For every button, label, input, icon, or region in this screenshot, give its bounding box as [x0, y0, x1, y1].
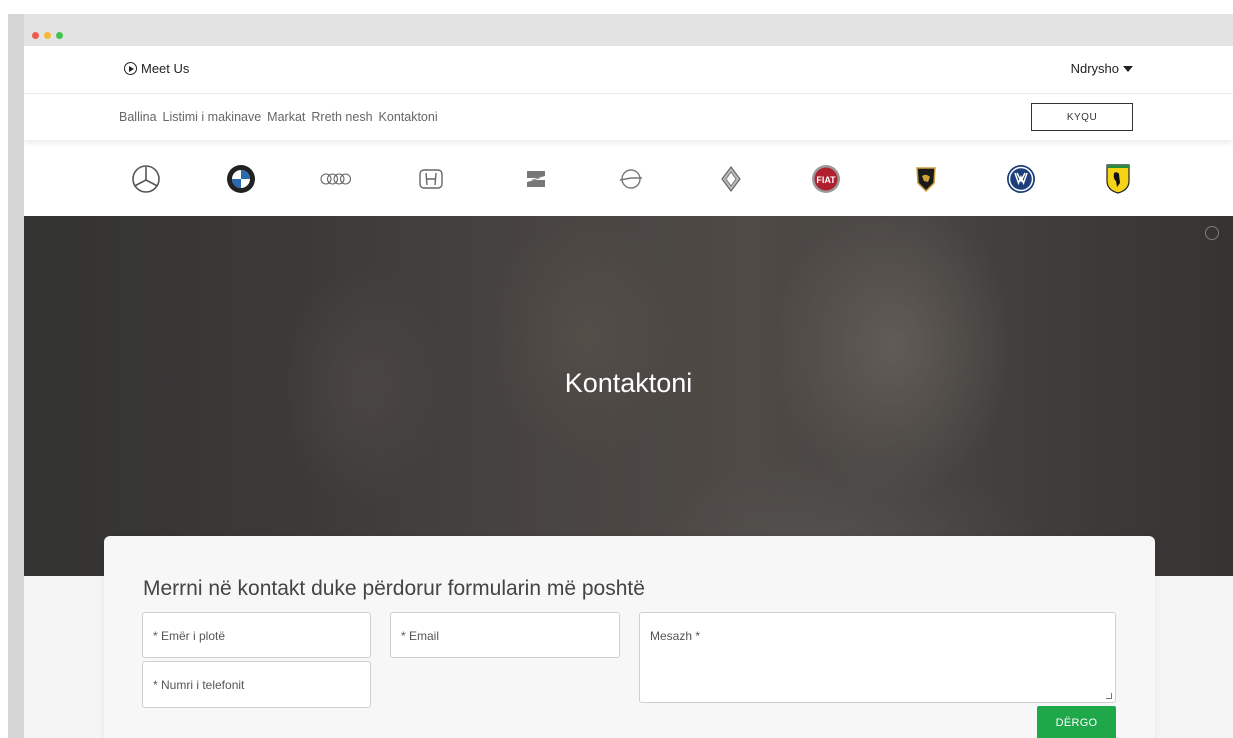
- caret-down-icon: [1123, 65, 1133, 72]
- lamborghini-logo-icon[interactable]: [909, 162, 943, 196]
- opel-logo-icon[interactable]: [614, 162, 648, 196]
- nav-link-markat[interactable]: Markat: [267, 110, 305, 124]
- nav-link-kontaktoni[interactable]: Kontaktoni: [379, 110, 438, 124]
- message-textarea[interactable]: Mesazh *: [639, 612, 1116, 703]
- hero-title: Kontaktoni: [564, 368, 693, 398]
- browser-title-bar: [24, 14, 1233, 46]
- brand-logos-bar: FIAT: [24, 140, 1233, 216]
- message-placeholder: Mesazh *: [650, 629, 701, 643]
- bmw-logo-icon[interactable]: [224, 162, 258, 196]
- resize-handle-icon[interactable]: [1106, 693, 1112, 699]
- audi-logo-icon[interactable]: [319, 162, 353, 196]
- submit-button[interactable]: DËRGO: [1037, 706, 1116, 738]
- renault-logo-icon[interactable]: [714, 162, 748, 196]
- mercedes-logo-icon[interactable]: [129, 162, 163, 196]
- nav-link-listimi[interactable]: Listimi i makinave: [163, 110, 262, 124]
- window-controls: [32, 32, 63, 39]
- play-circle-icon: [124, 62, 137, 75]
- hero-banner: Kontaktoni: [24, 216, 1233, 576]
- meet-us-label: Meet Us: [141, 61, 190, 76]
- ferrari-logo-icon[interactable]: [1101, 162, 1135, 196]
- language-label: Ndrysho: [1070, 61, 1119, 76]
- phone-input[interactable]: * Numri i telefonit: [142, 661, 371, 708]
- email-input[interactable]: * Email: [390, 612, 620, 658]
- nav-link-rreth-nesh[interactable]: Rreth nesh: [311, 110, 372, 124]
- language-dropdown[interactable]: Ndrysho: [1071, 61, 1133, 76]
- seat-logo-icon[interactable]: [519, 162, 553, 196]
- volkswagen-logo-icon[interactable]: [1004, 162, 1038, 196]
- meet-us-link[interactable]: Meet Us: [124, 61, 189, 76]
- nav-links: Ballina Listimi i makinave Markat Rreth …: [119, 110, 438, 124]
- full-name-input[interactable]: * Emër i plotë: [142, 612, 371, 658]
- contact-form-card: Merrni në kontakt duke përdorur formular…: [104, 536, 1155, 738]
- login-button[interactable]: KYQU: [1031, 103, 1133, 131]
- minimize-dot[interactable]: [44, 32, 51, 39]
- maximize-dot[interactable]: [56, 32, 63, 39]
- window-frame: [8, 14, 24, 738]
- form-heading: Merrni në kontakt duke përdorur formular…: [143, 577, 645, 600]
- page: Meet Us Ndrysho Ballina Listimi i makina…: [24, 46, 1233, 738]
- accessibility-icon[interactable]: [1205, 226, 1219, 240]
- close-dot[interactable]: [32, 32, 39, 39]
- nav-link-ballina[interactable]: Ballina: [119, 110, 157, 124]
- svg-text:FIAT: FIAT: [816, 175, 836, 185]
- fiat-logo-icon[interactable]: FIAT: [809, 162, 843, 196]
- top-bar: Meet Us Ndrysho: [24, 46, 1233, 94]
- main-navbar: Ballina Listimi i makinave Markat Rreth …: [24, 94, 1233, 140]
- honda-logo-icon[interactable]: [414, 162, 448, 196]
